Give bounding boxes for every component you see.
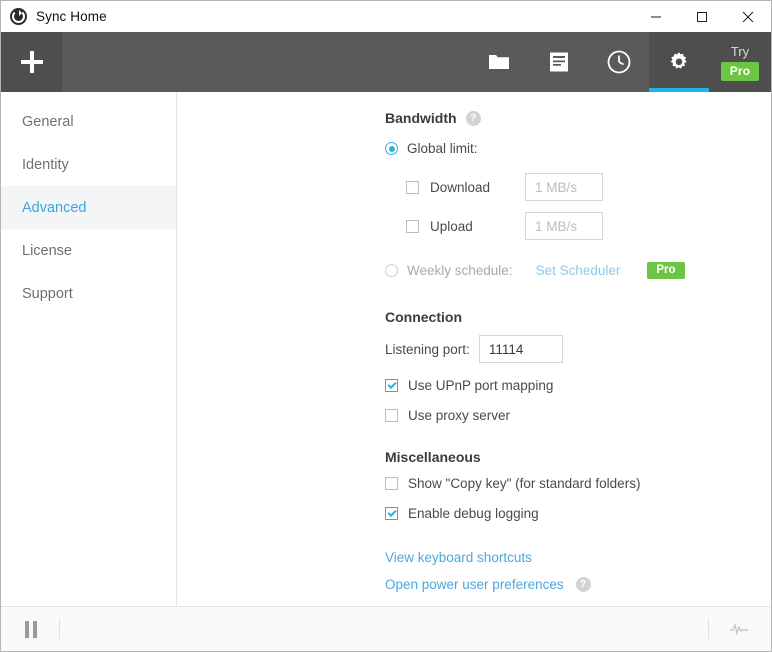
proxy-checkbox[interactable] bbox=[385, 409, 398, 422]
weekly-schedule-label: Weekly schedule: bbox=[407, 263, 513, 278]
weekly-schedule-row: Weekly schedule: Set Scheduler Pro bbox=[385, 262, 771, 279]
pro-chip: Pro bbox=[721, 62, 760, 81]
sidebar-item-advanced[interactable]: Advanced bbox=[1, 186, 176, 229]
toolbar-spacer bbox=[62, 32, 469, 92]
tab-folders[interactable] bbox=[469, 32, 529, 92]
debug-logging-label: Enable debug logging bbox=[408, 506, 539, 521]
tab-history[interactable] bbox=[589, 32, 649, 92]
power-user-row: Open power user preferences ? bbox=[385, 577, 771, 592]
copy-key-label: Show "Copy key" (for standard folders) bbox=[408, 476, 640, 491]
title-bar-left: Sync Home bbox=[1, 8, 107, 25]
plus-icon bbox=[21, 51, 43, 73]
try-pro-button[interactable]: Try Pro bbox=[709, 32, 771, 92]
power-user-help-icon[interactable]: ? bbox=[576, 577, 591, 592]
weekly-pro-badge: Pro bbox=[647, 262, 684, 279]
sidebar-item-general[interactable]: General bbox=[1, 100, 176, 143]
sync-logo-icon bbox=[10, 8, 27, 25]
bandwidth-section-title: Bandwidth ? bbox=[385, 110, 771, 126]
listening-port-row: Listening port: bbox=[385, 335, 771, 363]
pause-sync-button[interactable] bbox=[25, 621, 37, 638]
minimize-button[interactable] bbox=[633, 1, 679, 32]
sidebar-item-identity[interactable]: Identity bbox=[1, 143, 176, 186]
keyboard-shortcuts-row: View keyboard shortcuts bbox=[385, 550, 771, 565]
add-folder-button[interactable] bbox=[1, 32, 62, 92]
upnp-row: Use UPnP port mapping bbox=[385, 378, 771, 393]
tab-devices[interactable] bbox=[529, 32, 589, 92]
global-limit-row[interactable]: Global limit: bbox=[385, 141, 771, 156]
bandwidth-help-icon[interactable]: ? bbox=[466, 111, 481, 126]
copy-key-checkbox[interactable] bbox=[385, 477, 398, 490]
listening-port-input[interactable] bbox=[479, 335, 563, 363]
sync-preferences-window: Sync Home bbox=[0, 0, 772, 652]
download-row: Download bbox=[406, 173, 771, 201]
settings-content: Bandwidth ? Global limit: Download Uploa… bbox=[177, 92, 771, 606]
maximize-button[interactable] bbox=[679, 1, 725, 32]
view-keyboard-shortcuts-link[interactable]: View keyboard shortcuts bbox=[385, 550, 532, 565]
proxy-row: Use proxy server bbox=[385, 408, 771, 423]
status-bar bbox=[1, 606, 771, 651]
proxy-label: Use proxy server bbox=[408, 408, 510, 423]
download-limit-input[interactable] bbox=[525, 173, 603, 201]
connection-title-text: Connection bbox=[385, 309, 462, 325]
toolbar-tabs bbox=[469, 32, 709, 92]
folder-icon bbox=[487, 50, 511, 74]
tab-preferences[interactable] bbox=[649, 32, 709, 92]
status-divider-right bbox=[708, 619, 709, 639]
global-limit-label: Global limit: bbox=[407, 141, 478, 156]
status-divider-left bbox=[59, 619, 60, 639]
upload-label: Upload bbox=[430, 219, 514, 234]
clock-icon bbox=[606, 49, 632, 75]
download-checkbox[interactable] bbox=[406, 181, 419, 194]
upnp-label: Use UPnP port mapping bbox=[408, 378, 553, 393]
listening-port-label: Listening port: bbox=[385, 342, 470, 357]
window-body: General Identity Advanced License Suppor… bbox=[1, 92, 771, 606]
debug-logging-row: Enable debug logging bbox=[385, 506, 771, 521]
weekly-schedule-radio[interactable] bbox=[385, 264, 398, 277]
upnp-checkbox[interactable] bbox=[385, 379, 398, 392]
miscellaneous-section-title: Miscellaneous bbox=[385, 449, 771, 465]
upload-row: Upload bbox=[406, 212, 771, 240]
window-controls bbox=[633, 1, 771, 32]
window-title: Sync Home bbox=[36, 9, 107, 24]
status-bar-right bbox=[708, 619, 771, 639]
debug-logging-checkbox[interactable] bbox=[385, 507, 398, 520]
document-icon bbox=[548, 51, 570, 73]
try-label: Try bbox=[731, 44, 749, 59]
global-limit-radio[interactable] bbox=[385, 142, 398, 155]
sidebar-item-support[interactable]: Support bbox=[1, 272, 176, 315]
gear-icon bbox=[667, 50, 691, 74]
main-toolbar: Try Pro bbox=[1, 32, 771, 92]
upload-checkbox[interactable] bbox=[406, 220, 419, 233]
connection-section-title: Connection bbox=[385, 309, 771, 325]
copy-key-row: Show "Copy key" (for standard folders) bbox=[385, 476, 771, 491]
title-bar: Sync Home bbox=[1, 1, 771, 32]
set-scheduler-link[interactable]: Set Scheduler bbox=[536, 263, 621, 278]
sidebar-item-license[interactable]: License bbox=[1, 229, 176, 272]
upload-limit-input[interactable] bbox=[525, 212, 603, 240]
open-power-user-preferences-link[interactable]: Open power user preferences bbox=[385, 577, 564, 592]
bandwidth-title-text: Bandwidth bbox=[385, 110, 457, 126]
activity-pulse-icon[interactable] bbox=[729, 622, 749, 636]
download-label: Download bbox=[430, 180, 514, 195]
miscellaneous-title-text: Miscellaneous bbox=[385, 449, 481, 465]
close-button[interactable] bbox=[725, 1, 771, 32]
settings-sidebar: General Identity Advanced License Suppor… bbox=[1, 92, 177, 606]
